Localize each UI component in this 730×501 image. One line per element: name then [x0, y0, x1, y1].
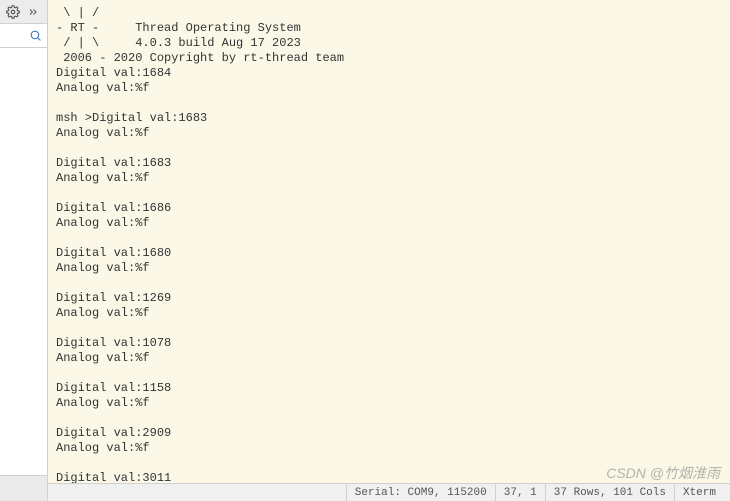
search-input[interactable]: [7, 30, 27, 42]
terminal-text: \ | / - RT - Thread Operating System / |…: [56, 6, 344, 483]
status-serial: Serial: COM9, 115200: [346, 484, 495, 501]
gear-icon[interactable]: [4, 3, 22, 21]
status-bar: Serial: COM9, 115200 37, 1 37 Rows, 101 …: [48, 483, 730, 501]
terminal-output[interactable]: \ | / - RT - Thread Operating System / |…: [48, 0, 730, 483]
left-scroll-area: [0, 475, 47, 501]
status-mode: Xterm: [674, 484, 724, 501]
terminal-wrap: \ | / - RT - Thread Operating System / |…: [48, 0, 730, 501]
search-icon[interactable]: [27, 28, 43, 44]
status-dims: 37 Rows, 101 Cols: [545, 484, 674, 501]
search-row: [0, 24, 47, 48]
left-blank-area: [0, 48, 47, 475]
left-panel: [0, 0, 48, 501]
toolbar: [0, 0, 47, 24]
status-cursor-pos: 37, 1: [495, 484, 545, 501]
expand-icon[interactable]: [24, 3, 42, 21]
